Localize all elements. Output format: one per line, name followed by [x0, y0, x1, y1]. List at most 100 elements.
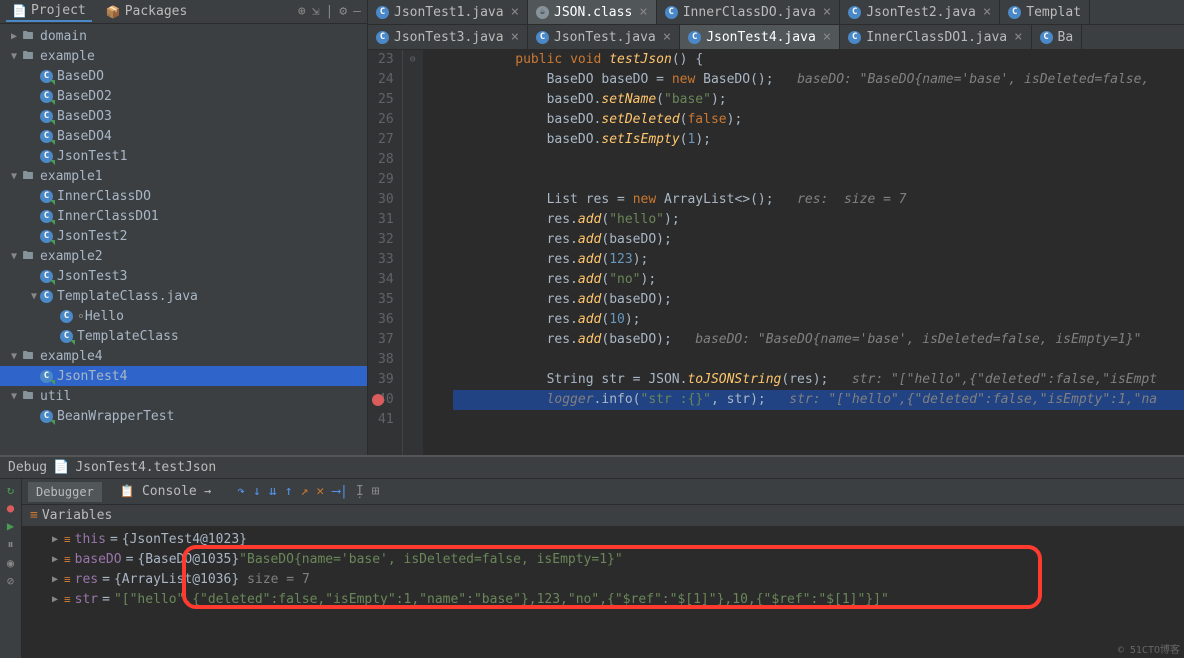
fold-marker[interactable] — [403, 210, 423, 230]
fold-marker[interactable] — [403, 130, 423, 150]
folder-item[interactable]: ▼🖿example — [0, 46, 367, 66]
folder-item[interactable]: ▼🖿util — [0, 386, 367, 406]
mute-breakpoints-icon[interactable]: ⊘ — [7, 574, 14, 588]
code-line[interactable]: List res = new ArrayList<>(); res: size … — [453, 190, 1184, 210]
code-line[interactable]: res.add(10); — [453, 310, 1184, 330]
editor-tab[interactable]: CJsonTest1.java× — [368, 0, 528, 24]
fold-marker[interactable] — [403, 370, 423, 390]
close-icon[interactable]: × — [823, 29, 831, 45]
class-item[interactable]: C ∘ Hello — [0, 306, 367, 326]
evaluate-icon[interactable]: ⟶| — [332, 484, 348, 499]
code-line[interactable]: res.add("no"); — [453, 270, 1184, 290]
line-number[interactable]: 26 — [378, 110, 394, 130]
class-item[interactable]: CJsonTest3 — [0, 266, 367, 286]
close-icon[interactable]: × — [983, 4, 991, 20]
class-item[interactable]: CBaseDO — [0, 66, 367, 86]
fold-marker[interactable] — [403, 230, 423, 250]
line-number[interactable]: 39 — [378, 370, 394, 390]
line-number[interactable]: 40 — [378, 390, 394, 410]
line-number[interactable]: 32 — [378, 230, 394, 250]
code-line[interactable]: baseDO.setName("base"); — [453, 90, 1184, 110]
code-line[interactable] — [453, 410, 1184, 430]
editor-tab[interactable]: CInnerClassDO.java× — [657, 0, 841, 24]
line-number[interactable]: 36 — [378, 310, 394, 330]
resume-icon[interactable]: ▶ — [7, 519, 14, 533]
view-breakpoints-icon[interactable]: ◉ — [7, 556, 14, 570]
class-item[interactable]: ▼CTemplateClass.java — [0, 286, 367, 306]
editor-tab[interactable]: CJsonTest2.java× — [840, 0, 1000, 24]
class-item[interactable]: CJsonTest2 — [0, 226, 367, 246]
folder-item[interactable]: ▶🖿domain — [0, 26, 367, 46]
rerun-icon[interactable]: ↻ — [7, 483, 14, 497]
class-item[interactable]: CTemplateClass — [0, 326, 367, 346]
code-line[interactable]: String str = JSON.toJSONString(res); str… — [453, 370, 1184, 390]
code-line[interactable]: public void testJson() { — [453, 50, 1184, 70]
class-item[interactable]: CBeanWrapperTest — [0, 406, 367, 426]
editor-tab[interactable]: CJsonTest.java× — [528, 25, 680, 49]
fold-marker[interactable] — [403, 170, 423, 190]
hide-icon[interactable]: — — [353, 4, 361, 19]
drop-frame-icon[interactable]: ↗ — [301, 484, 309, 499]
close-icon[interactable]: × — [1014, 29, 1022, 45]
fold-marker[interactable] — [403, 190, 423, 210]
code-content[interactable]: public void testJson() { BaseDO baseDO =… — [423, 50, 1184, 455]
fold-marker[interactable] — [403, 330, 423, 350]
line-number[interactable]: 31 — [378, 210, 394, 230]
code-line[interactable]: res.add(baseDO); — [453, 230, 1184, 250]
folder-item[interactable]: ▼🖿example2 — [0, 246, 367, 266]
close-icon[interactable]: × — [823, 4, 831, 20]
cursor-icon[interactable]: Ị — [356, 484, 364, 499]
force-step-into-icon[interactable]: ⇊ — [269, 484, 277, 499]
editor-tab[interactable]: CJsonTest3.java× — [368, 25, 528, 49]
line-number[interactable]: 23 — [378, 50, 394, 70]
line-number[interactable]: 38 — [378, 350, 394, 370]
collapse-icon[interactable]: ⇲ — [312, 4, 320, 19]
console-tab[interactable]: 📋 Console → — [112, 481, 219, 502]
stop-icon[interactable]: ● — [7, 501, 14, 515]
breakpoint-icon[interactable] — [372, 394, 384, 406]
calculator-icon[interactable]: ⊞ — [372, 484, 380, 499]
class-item[interactable]: CJsonTest1 — [0, 146, 367, 166]
fold-marker[interactable] — [403, 150, 423, 170]
code-line[interactable]: BaseDO baseDO = new BaseDO(); baseDO: "B… — [453, 70, 1184, 90]
debugger-tab[interactable]: Debugger — [28, 482, 102, 502]
code-line[interactable] — [453, 350, 1184, 370]
class-item[interactable]: CInnerClassDO1 — [0, 206, 367, 226]
class-item[interactable]: CJsonTest4 — [0, 366, 367, 386]
line-number[interactable]: 37 — [378, 330, 394, 350]
variable-row[interactable]: ▶≡res={ArrayList@1036} size = 7 — [22, 569, 1184, 589]
code-line[interactable] — [453, 170, 1184, 190]
run-to-cursor-icon[interactable]: ✕ — [316, 484, 324, 499]
line-number[interactable]: 24 — [378, 70, 394, 90]
code-line[interactable]: res.add(baseDO); — [453, 290, 1184, 310]
line-number[interactable]: 28 — [378, 150, 394, 170]
close-icon[interactable]: × — [639, 4, 647, 20]
close-icon[interactable]: × — [663, 29, 671, 45]
code-line[interactable]: res.add(baseDO); baseDO: "BaseDO{name='b… — [453, 330, 1184, 350]
editor-tab[interactable]: CBa — [1032, 25, 1083, 49]
line-number[interactable]: 34 — [378, 270, 394, 290]
code-line[interactable]: baseDO.setDeleted(false); — [453, 110, 1184, 130]
code-line[interactable] — [453, 150, 1184, 170]
fold-marker[interactable] — [403, 390, 423, 410]
close-icon[interactable]: × — [511, 29, 519, 45]
code-line[interactable]: res.add("hello"); — [453, 210, 1184, 230]
line-number[interactable]: 41 — [378, 410, 394, 430]
project-tree[interactable]: ▶🖿domain▼🖿exampleCBaseDOCBaseDO2CBaseDO3… — [0, 24, 367, 455]
editor-tab[interactable]: CJsonTest4.java× — [680, 25, 840, 49]
variable-row[interactable]: ▶≡baseDO={BaseDO@1035} "BaseDO{name='bas… — [22, 549, 1184, 569]
code-area[interactable]: 23242526272829303132333435363738394041 ⊖… — [368, 50, 1184, 455]
fold-marker[interactable] — [403, 250, 423, 270]
fold-marker[interactable] — [403, 290, 423, 310]
project-tab[interactable]: 📄 Project — [6, 1, 92, 22]
fold-marker[interactable] — [403, 70, 423, 90]
line-number[interactable]: 25 — [378, 90, 394, 110]
fold-marker[interactable] — [403, 110, 423, 130]
close-icon[interactable]: × — [511, 4, 519, 20]
code-line[interactable]: res.add(123); — [453, 250, 1184, 270]
pause-icon[interactable]: ⏸ — [7, 537, 13, 552]
variable-row[interactable]: ▶≡str="["hello",{"deleted":false,"isEmpt… — [22, 589, 1184, 609]
folder-item[interactable]: ▼🖿example1 — [0, 166, 367, 186]
target-icon[interactable]: ⊕ — [298, 4, 306, 19]
step-over-icon[interactable]: ↷ — [237, 484, 245, 499]
